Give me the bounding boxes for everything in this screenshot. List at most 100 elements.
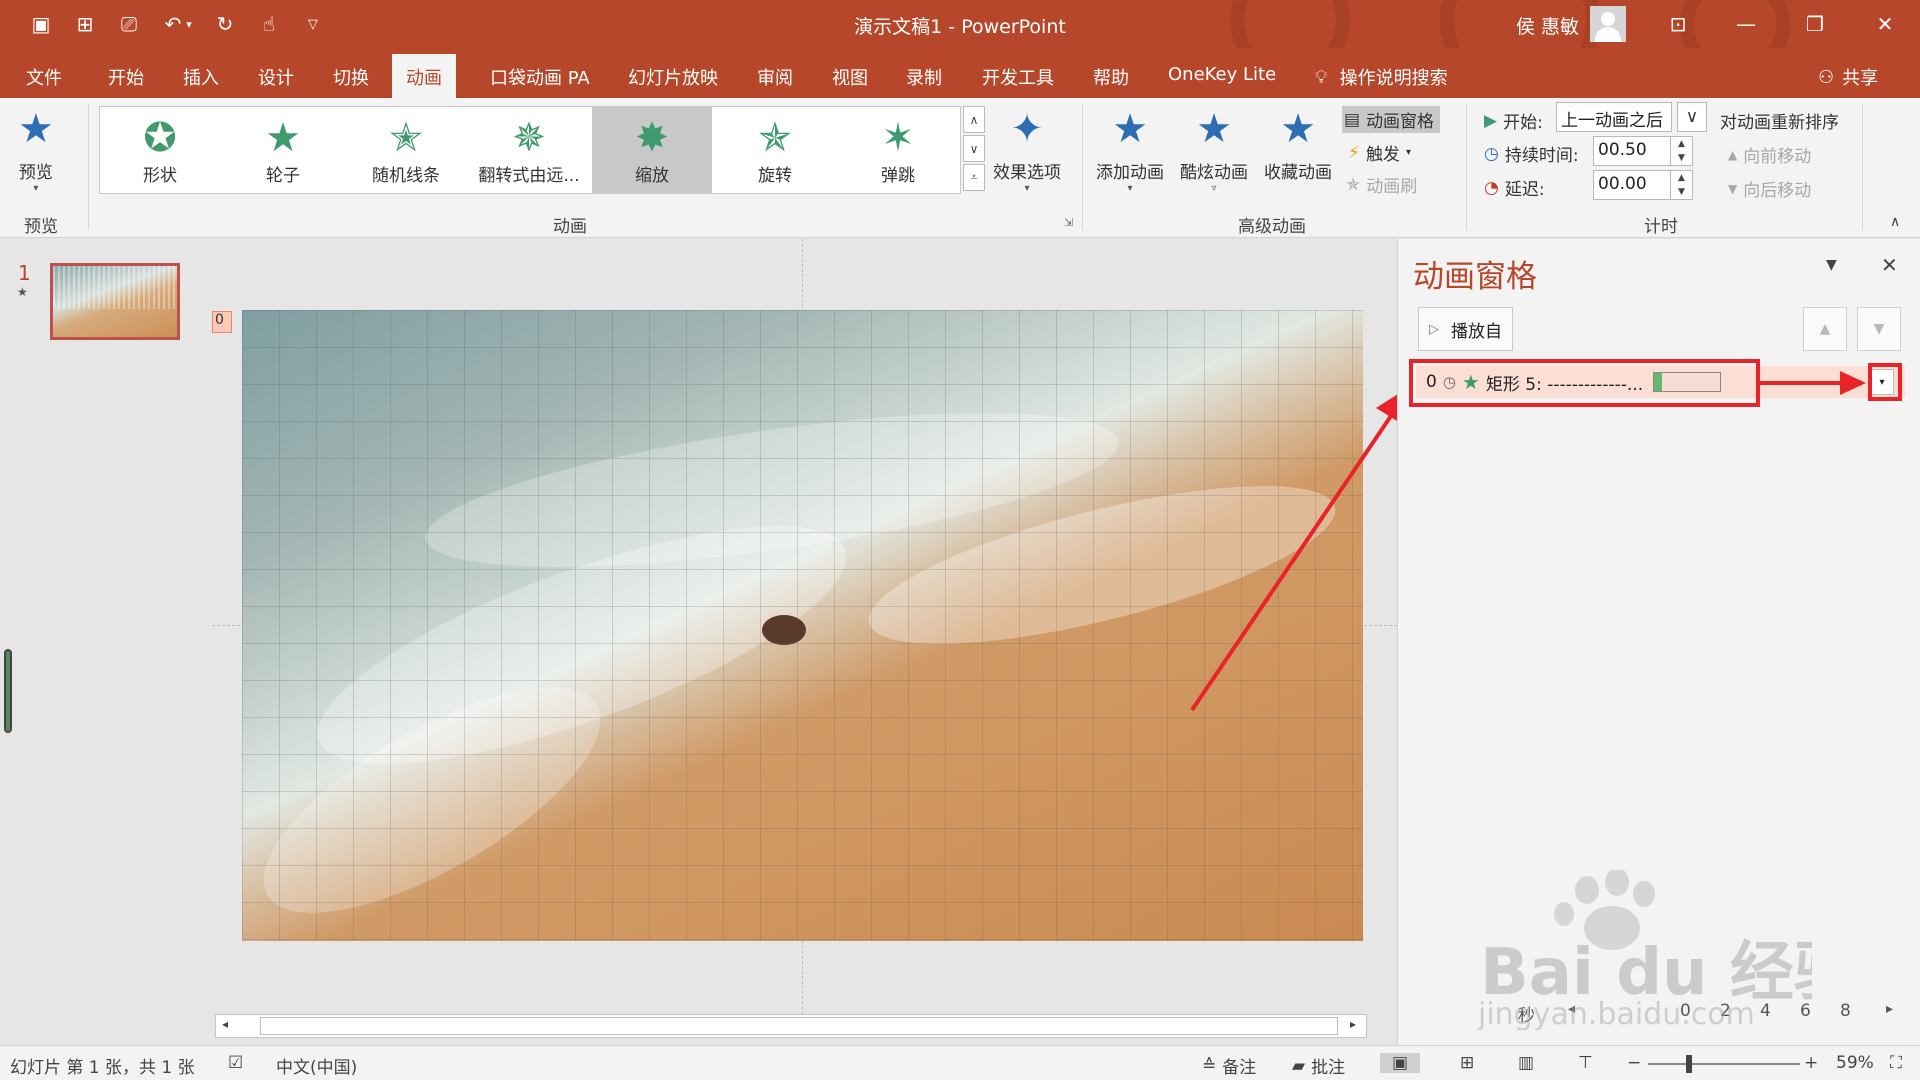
user-name[interactable]: 侯 惠敏 — [1516, 12, 1579, 39]
user-avatar[interactable] — [1590, 6, 1626, 42]
gallery-scroll-up[interactable]: ∧ — [963, 106, 985, 133]
start-dropdown-icon[interactable]: ∨ — [1677, 102, 1707, 132]
tab-design[interactable]: 设计 — [258, 64, 294, 90]
gallery-item-wheel[interactable]: ★ 轮子 — [223, 107, 343, 193]
tab-pocket-animation[interactable]: 口袋动画 PA — [490, 64, 590, 90]
zoom-level[interactable]: 59% — [1836, 1053, 1874, 1073]
share-button[interactable]: ⚇ 共享 — [1818, 64, 1878, 90]
fit-slide-icon[interactable]: ⛶ — [1890, 1053, 1902, 1073]
timeline-zoom-out-icon[interactable]: ◂ — [1568, 1001, 1575, 1017]
scrollbar-thumb[interactable] — [260, 1017, 1338, 1035]
gallery-scroll-down[interactable]: ∨ — [963, 135, 985, 162]
cool-animation-button[interactable]: ★ 酷炫动画 ▿ — [1180, 106, 1248, 194]
animation-pane-label: 动画窗格 — [1366, 112, 1435, 132]
reorder-title: 对动画重新排序 — [1720, 113, 1839, 133]
zoom-slider-track[interactable] — [1648, 1063, 1800, 1065]
reading-view-icon[interactable]: ▥ — [1518, 1053, 1534, 1073]
tab-file[interactable]: 文件 — [26, 64, 62, 90]
delay-clock-icon: ◔ — [1484, 177, 1499, 198]
zoom-slider-thumb[interactable] — [1686, 1055, 1692, 1073]
tab-help[interactable]: 帮助 — [1093, 64, 1129, 90]
normal-view-icon[interactable]: ▣ — [1380, 1053, 1421, 1073]
tab-home[interactable]: 开始 — [108, 64, 144, 90]
delay-input[interactable]: 00.00 — [1593, 170, 1671, 200]
language-indicator[interactable]: 中文(中国) — [276, 1053, 357, 1078]
zoom-out-icon[interactable]: − — [1627, 1053, 1641, 1073]
restore-icon[interactable]: ❐ — [1792, 6, 1838, 42]
tell-me-search[interactable]: 💡︎ 操作说明搜索 — [1315, 64, 1448, 90]
tab-transitions[interactable]: 切换 — [333, 64, 369, 90]
bounce-star-icon: ✶ — [881, 115, 915, 161]
favorite-animation-icon: ★ — [1280, 106, 1316, 152]
undo-dropdown-icon[interactable]: ▾ — [180, 10, 198, 38]
tab-insert[interactable]: 插入 — [183, 64, 219, 90]
animation-marker-icon: ★ — [17, 285, 28, 299]
preview-button[interactable]: ★ 预览 ▾ — [18, 106, 54, 194]
ribbon-display-options-icon[interactable]: ⊡ — [1655, 6, 1701, 42]
gallery-item-float-in[interactable]: ✵ 翻转式由远... — [469, 107, 589, 193]
delay-spinner[interactable]: ▲ ▼ — [1671, 170, 1693, 200]
move-earlier-button[interactable]: ▲ 向前移动 — [1728, 142, 1811, 167]
slide-sorter-icon[interactable]: ⊞ — [1460, 1053, 1474, 1073]
start-select[interactable]: 上一动画之后 — [1556, 102, 1672, 132]
dialog-launcher-icon[interactable]: ⇲ — [1064, 216, 1073, 229]
save-icon[interactable]: ▣ — [26, 10, 56, 38]
tab-developer[interactable]: 开发工具 — [982, 64, 1054, 90]
avatar-body — [1595, 27, 1621, 42]
close-pane-icon[interactable]: ✕ — [1881, 253, 1898, 277]
add-animation-button[interactable]: ★ 添加动画 ▾ — [1096, 106, 1164, 194]
duration-input[interactable]: 00.50 — [1593, 136, 1671, 166]
pane-resize-grip[interactable] — [4, 649, 12, 733]
duration-spinner[interactable]: ▲ ▼ — [1671, 136, 1693, 166]
trigger-button[interactable]: ⚡ 触发 ▾ — [1348, 140, 1411, 166]
move-down-button[interactable]: ▼ — [1857, 307, 1901, 351]
customize-toolbar-icon[interactable]: ▽ — [298, 10, 328, 38]
gallery-item-spin[interactable]: ✯ 旋转 — [715, 107, 835, 193]
close-window-icon[interactable]: ✕ — [1862, 6, 1908, 42]
redo-icon[interactable]: ↻ — [210, 10, 240, 38]
animation-order-tag[interactable]: 0 — [212, 311, 232, 333]
favorite-animation-label: 收藏动画 — [1264, 163, 1332, 183]
spell-check-icon[interactable]: ☑ — [228, 1053, 243, 1073]
tab-review[interactable]: 审阅 — [757, 64, 793, 90]
gallery-item-random-bars[interactable]: ✭ 随机线条 — [346, 107, 466, 193]
gallery-item-bounce[interactable]: ✶ 弹跳 — [838, 107, 958, 193]
slideshow-view-icon[interactable]: ⊤ — [1578, 1053, 1593, 1073]
gallery-label: 轮子 — [266, 166, 300, 186]
gallery-item-zoom[interactable]: ✸ 缩放 — [592, 107, 712, 193]
delay-text: 延迟: — [1504, 180, 1545, 200]
effect-options-button[interactable]: ✦ 效果选项 ▾ — [993, 106, 1061, 194]
notes-button[interactable]: ≙ 备注 — [1202, 1053, 1256, 1079]
tab-slideshow[interactable]: 幻灯片放映 — [628, 64, 718, 90]
timeline-zoom-in-icon[interactable]: ▸ — [1886, 1001, 1893, 1017]
present-from-start-icon[interactable]: ⎚ — [114, 10, 144, 38]
scroll-right-icon[interactable]: ▸ — [1350, 1017, 1356, 1031]
collapse-ribbon-icon[interactable]: ∧ — [1890, 214, 1900, 230]
play-from-button[interactable]: ▷ 播放自 — [1418, 307, 1513, 351]
gallery-item-shape[interactable]: ✪ 形状 — [100, 107, 220, 193]
touch-mode-icon[interactable]: ☝ — [254, 10, 284, 38]
animation-gallery: ✪ 形状 ★ 轮子 ✭ 随机线条 ✵ 翻转式由远... ✸ 缩放 ✯ 旋转 ✶ … — [99, 106, 961, 194]
tab-onekey-lite[interactable]: OneKey Lite — [1168, 64, 1276, 85]
horizontal-scrollbar[interactable]: ◂ ▸ — [215, 1014, 1367, 1038]
minimize-icon[interactable]: — — [1723, 6, 1769, 42]
zoom-in-icon[interactable]: + — [1804, 1053, 1818, 1073]
gallery-label: 形状 — [143, 166, 177, 186]
scroll-left-icon[interactable]: ◂ — [222, 1017, 228, 1031]
animation-pane-button[interactable]: ▤ 动画窗格 — [1342, 106, 1441, 133]
move-later-button[interactable]: ▼ 向后移动 — [1728, 176, 1811, 201]
animation-painter-button[interactable]: ✯ 动画刷 — [1346, 172, 1417, 198]
chevron-down-icon: ▾ — [1405, 147, 1411, 158]
tab-animations[interactable]: 动画 — [392, 54, 456, 98]
favorite-animation-button[interactable]: ★ 收藏动画 — [1264, 106, 1332, 183]
tab-record[interactable]: 录制 — [906, 64, 942, 90]
title-bar: ▣ ⊞ ⎚ ↶ ▾ ↻ ☝ ▽ 演示文稿1 - PowerPoint 侯 惠敏 … — [0, 0, 1920, 100]
move-earlier-label: 向前移动 — [1743, 147, 1812, 167]
move-up-button[interactable]: ▲ — [1803, 307, 1847, 351]
tab-view[interactable]: 视图 — [832, 64, 868, 90]
pane-options-icon[interactable]: ▼ — [1826, 257, 1837, 273]
template-icon[interactable]: ⊞ — [70, 10, 100, 38]
slide-thumbnail[interactable] — [50, 263, 180, 340]
gallery-more[interactable]: ⩡ — [963, 164, 985, 191]
comments-button[interactable]: ▰ 批注 — [1292, 1053, 1345, 1079]
